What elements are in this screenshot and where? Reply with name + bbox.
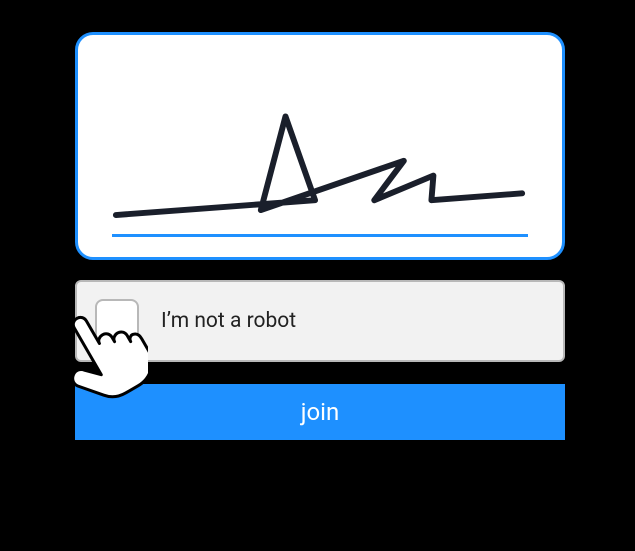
captcha-panel: I’m not a robot [75,280,565,362]
signature-scribble-icon [108,55,532,237]
signature-underline [112,234,528,237]
join-button-label: join [301,398,340,426]
captcha-label: I’m not a robot [161,309,296,333]
join-button[interactable]: join [75,384,565,440]
signature-canvas[interactable] [108,55,532,237]
captcha-checkbox[interactable] [95,299,139,343]
signature-panel[interactable] [75,32,565,260]
